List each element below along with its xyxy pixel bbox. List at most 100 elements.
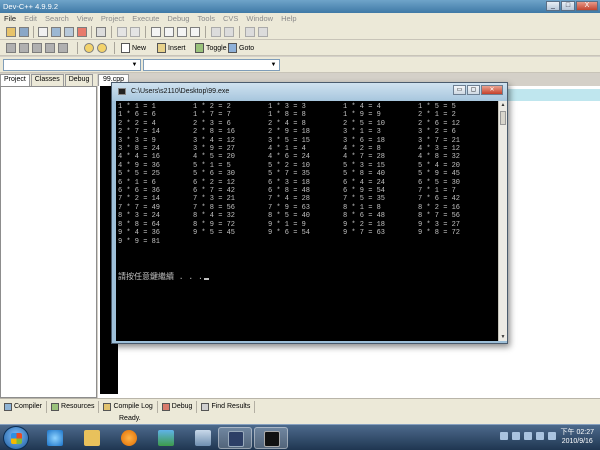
menu-window[interactable]: Window [242, 13, 277, 24]
scroll-thumb[interactable] [500, 111, 506, 125]
table-cell: 8 * 3 = 24 [118, 212, 161, 221]
goto-button-label: Goto [239, 44, 255, 52]
taskbar-app-window[interactable] [186, 427, 220, 449]
console-icon [264, 431, 280, 447]
back-icon[interactable] [211, 27, 221, 37]
bookmark-next-icon[interactable] [258, 27, 268, 37]
rebuild-icon[interactable] [45, 43, 55, 53]
save-all-icon[interactable] [64, 27, 74, 37]
classes-icon[interactable] [19, 27, 29, 37]
forward-icon[interactable] [224, 27, 234, 37]
console-maximize-button[interactable]: ▢ [467, 85, 480, 95]
taskbar-app-explorer[interactable] [75, 427, 109, 449]
clock[interactable]: 下午 02:27 2010/9/16 [561, 428, 594, 446]
console-titlebar[interactable]: C:\Users\s2110\Desktop\99.exe ▭ ▢ ✕ [112, 83, 507, 101]
run-icon[interactable] [19, 43, 29, 53]
menu-tools[interactable]: Tools [193, 13, 219, 24]
find-icon[interactable] [151, 27, 161, 37]
console-close-button[interactable]: ✕ [481, 85, 503, 95]
compile-icon[interactable] [6, 43, 16, 53]
tray-keyboard-icon[interactable] [512, 432, 520, 440]
class-dropdown[interactable]: ▼ [3, 59, 141, 71]
tab-project[interactable]: Project [0, 74, 30, 86]
menu-project[interactable]: Project [97, 13, 128, 24]
compile-run-icon[interactable] [32, 43, 42, 53]
table-cell [418, 238, 493, 246]
about-icon[interactable] [97, 43, 107, 53]
current-line-highlight [498, 89, 600, 101]
tab-compiler[interactable]: Compiler [0, 400, 48, 413]
clock-time: 下午 02:27 [560, 429, 594, 436]
scroll-up-icon[interactable]: ▲ [499, 101, 507, 109]
tray-flag-icon[interactable] [524, 432, 532, 440]
redo-icon[interactable] [130, 27, 140, 37]
toolbar-divider [205, 26, 206, 38]
tab-debug[interactable]: Debug [64, 74, 94, 86]
toolbar-divider [145, 26, 146, 38]
compiler-icon [4, 402, 12, 411]
tab-compiler-label: Compiler [14, 403, 43, 410]
maximize-button[interactable]: □ [561, 1, 575, 11]
find-next-icon[interactable] [177, 27, 187, 37]
menu-search[interactable]: Search [41, 13, 73, 24]
taskbar-app-devcpp[interactable] [218, 427, 252, 449]
close-button[interactable]: X [576, 1, 598, 11]
menu-cvs[interactable]: CVS [219, 13, 242, 24]
tab-compile-log[interactable]: Compile Log [99, 400, 158, 413]
menu-edit[interactable]: Edit [20, 13, 41, 24]
table-cell: 7 * 7 = 49 [118, 203, 161, 212]
check-icon[interactable] [58, 43, 68, 53]
tray-arrow-icon[interactable] [500, 432, 508, 440]
console-minimize-button[interactable]: ▭ [453, 85, 466, 95]
toggle-button[interactable]: Toggle [193, 42, 229, 54]
table-cell: 5 * 8 = 40 [343, 170, 386, 179]
table-cell: 3 * 3 = 9 [118, 136, 156, 145]
menu-debug[interactable]: Debug [163, 13, 193, 24]
table-cell: 1 * 3 = 3 [268, 103, 306, 111]
bookmark-icon[interactable] [245, 27, 255, 37]
goto-button[interactable]: Goto [226, 42, 256, 54]
console-scrollbar[interactable]: ▲ ▼ [498, 101, 507, 341]
tab-find-results[interactable]: Find Results [197, 400, 256, 413]
help-icon[interactable] [84, 43, 94, 53]
table-cell: 6 * 1 = 6 [118, 178, 156, 187]
undo-icon[interactable] [117, 27, 127, 37]
open-project-icon[interactable] [6, 27, 16, 37]
save-icon[interactable] [51, 27, 61, 37]
table-cell: 4 * 2 = 8 [343, 145, 381, 154]
member-dropdown[interactable]: ▼ [143, 59, 280, 71]
replace-icon[interactable] [164, 27, 174, 37]
scroll-down-icon[interactable]: ▼ [499, 333, 507, 341]
tray-volume-icon[interactable] [548, 432, 556, 440]
menu-view[interactable]: View [73, 13, 97, 24]
tab-compile-log-label: Compile Log [113, 403, 153, 410]
table-cell: 8 * 6 = 48 [343, 212, 386, 221]
tab-classes[interactable]: Classes [30, 74, 64, 86]
tab-debug-bottom[interactable]: Debug [158, 400, 198, 413]
menu-file[interactable]: File [0, 13, 20, 24]
tab-resources[interactable]: Resources [47, 400, 100, 413]
console-output[interactable]: 1 * 1 = 11 * 2 = 21 * 3 = 31 * 4 = 41 * … [116, 101, 498, 341]
new-button[interactable]: New [119, 42, 148, 54]
tray-network-icon[interactable] [536, 432, 544, 440]
close-file-icon[interactable] [77, 27, 87, 37]
table-cell: 8 * 5 = 40 [268, 212, 311, 221]
toolbar-divider [77, 42, 78, 54]
taskbar-app-ie[interactable] [38, 427, 72, 449]
minimize-button[interactable]: _ [546, 1, 560, 11]
print-icon[interactable] [96, 27, 106, 37]
start-button[interactable] [3, 426, 29, 450]
new-file-icon[interactable] [38, 27, 48, 37]
taskbar-app-media[interactable] [112, 427, 146, 449]
insert-button[interactable]: Insert [155, 42, 188, 54]
project-tree-panel[interactable] [0, 86, 97, 398]
multiplication-table: 1 * 1 = 11 * 2 = 21 * 3 = 31 * 4 = 41 * … [118, 103, 493, 246]
table-cell: 4 * 1 = 4 [268, 145, 306, 154]
goto-line-icon[interactable] [190, 27, 200, 37]
taskbar-app-messenger[interactable] [149, 427, 183, 449]
menu-execute[interactable]: Execute [128, 13, 163, 24]
menu-help[interactable]: Help [277, 13, 300, 24]
insert-button-label: Insert [168, 44, 186, 52]
console-window[interactable]: C:\Users\s2110\Desktop\99.exe ▭ ▢ ✕ 1 * … [111, 82, 508, 344]
taskbar-app-console[interactable] [254, 427, 288, 449]
